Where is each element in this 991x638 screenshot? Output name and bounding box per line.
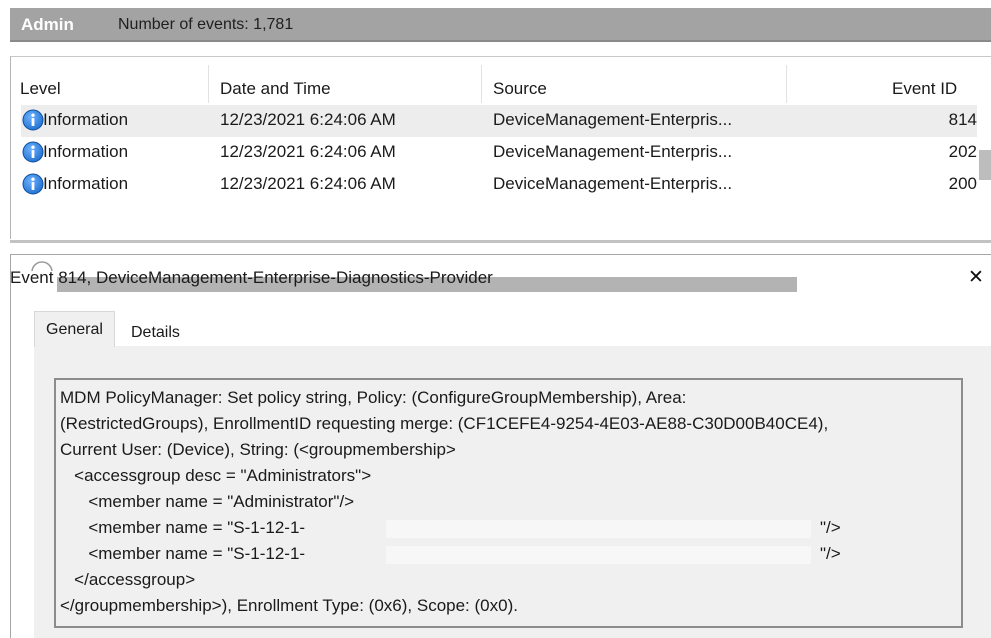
events-list[interactable]: Level Date and Time Source Event ID Info… xyxy=(10,56,991,293)
vertical-scrollbar-thumb[interactable] xyxy=(979,150,991,180)
redacted-value xyxy=(386,546,811,564)
column-separator[interactable] xyxy=(208,65,209,103)
event-id: 202 xyxy=(948,142,977,161)
column-header-source[interactable]: Source xyxy=(493,79,547,99)
event-level: Information xyxy=(43,110,129,129)
event-source: DeviceManagement-Enterpris... xyxy=(493,174,733,193)
event-id: 814 xyxy=(948,110,977,129)
event-detail-title: Event 814, DeviceManagement-Enterprise-D… xyxy=(10,268,493,287)
information-icon xyxy=(22,173,44,195)
event-count: Number of events: 1,781 xyxy=(118,16,294,33)
message-line: <member name = "S-1-12-1- xyxy=(60,518,306,537)
column-header-level[interactable]: Level xyxy=(20,79,61,99)
message-line: Current User: (Device), String: (<groupm… xyxy=(60,440,456,459)
message-line: </groupmembership>), Enrollment Type: (0… xyxy=(60,596,518,615)
event-date-time: 12/23/2021 6:24:06 AM xyxy=(220,174,396,193)
column-separator[interactable] xyxy=(481,65,482,103)
message-line-tail: "/> xyxy=(820,518,841,537)
event-level: Information xyxy=(43,142,129,161)
event-id: 200 xyxy=(948,174,977,193)
event-row[interactable]: Information 12/23/2021 6:24:06 AM DeviceMa… xyxy=(21,137,977,169)
message-line: MDM PolicyManager: Set policy string, Po… xyxy=(60,388,687,407)
event-source: DeviceManagement-Enterpris... xyxy=(493,142,733,161)
message-line: <accessgroup desc = "Administrators"> xyxy=(60,466,372,485)
event-row[interactable]: Information 12/23/2021 6:24:06 AM DeviceMa… xyxy=(21,169,977,201)
column-header-date-time[interactable]: Date and Time xyxy=(220,79,331,99)
event-message-box[interactable]: MDM PolicyManager: Set policy string, Po… xyxy=(54,378,963,628)
event-row[interactable]: Information 12/23/2021 6:24:06 AM DeviceMa… xyxy=(21,105,977,137)
message-line-tail: "/> xyxy=(820,544,841,563)
redacted-value xyxy=(386,520,811,538)
log-header-bar: Admin Number of events: 1,781 xyxy=(10,8,991,42)
message-line: </accessgroup> xyxy=(60,570,196,589)
event-source: DeviceManagement-Enterpris... xyxy=(493,110,733,129)
message-line: (RestrictedGroups), EnrollmentID request… xyxy=(60,414,829,433)
message-line: <member name = "Administrator"/> xyxy=(60,492,355,511)
event-level: Information xyxy=(43,174,129,193)
information-icon xyxy=(22,141,44,163)
column-header-event-id[interactable]: Event ID xyxy=(892,79,957,99)
close-icon[interactable]: ✕ xyxy=(968,266,984,289)
pane-splitter[interactable] xyxy=(10,240,991,243)
event-date-time: 12/23/2021 6:24:06 AM xyxy=(220,142,396,161)
tab-general[interactable]: General xyxy=(34,311,115,347)
column-separator[interactable] xyxy=(786,65,787,103)
information-icon xyxy=(22,109,44,131)
event-date-time: 12/23/2021 6:24:06 AM xyxy=(220,110,396,129)
tab-details[interactable]: Details xyxy=(131,324,180,342)
log-name: Admin xyxy=(21,15,74,34)
message-line: <member name = "S-1-12-1- xyxy=(60,544,306,563)
